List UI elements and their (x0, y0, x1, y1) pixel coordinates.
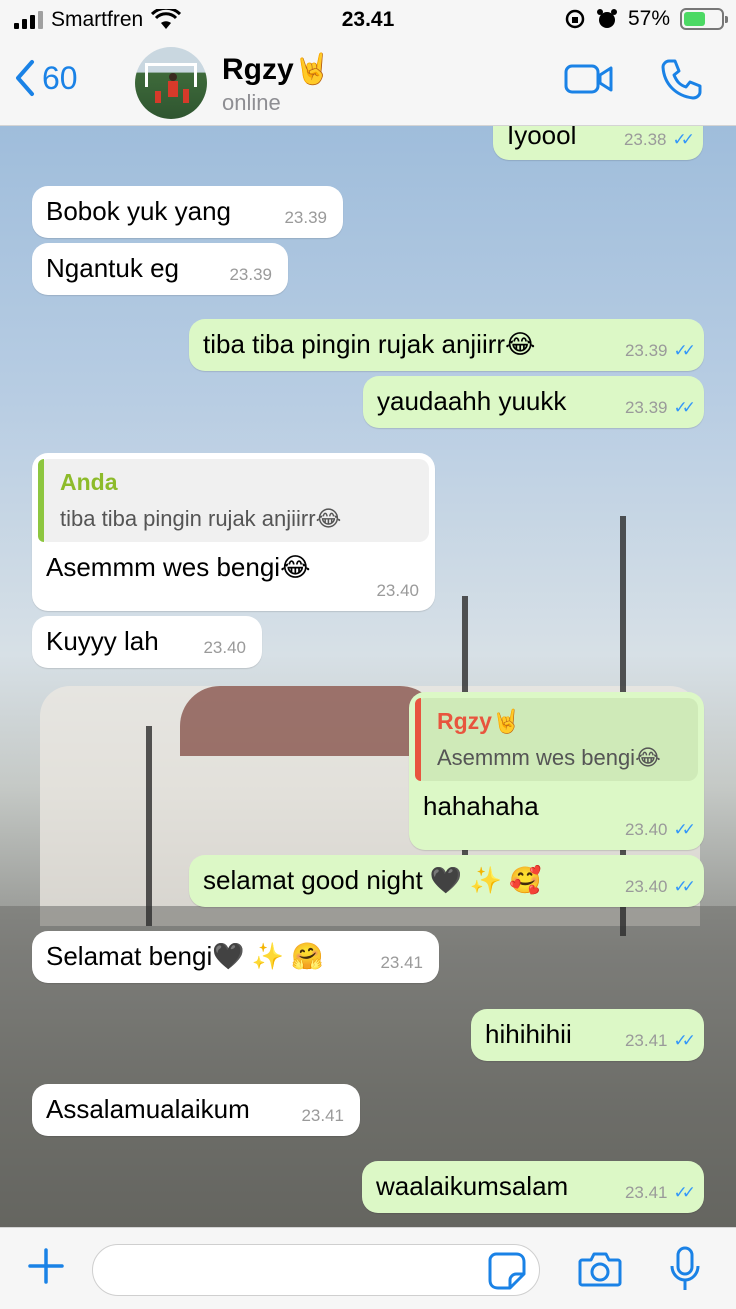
contact-name[interactable]: Rgzy🤘 (222, 52, 331, 87)
camera-icon[interactable] (578, 1250, 622, 1288)
message-time: 23.40 (203, 638, 246, 657)
sticker-icon[interactable] (488, 1252, 526, 1290)
message-text: Assalamualaikum (46, 1094, 250, 1124)
message-bubble-outgoing-reply[interactable]: Rgzy🤘 Asemmm wes bengi😂 hahahaha 23.40 ✓✓ (409, 692, 704, 850)
message-bubble-outgoing[interactable]: selamat good night 🖤 ✨ 🥰 23.40 ✓✓ (189, 855, 704, 907)
alarm-icon (596, 9, 617, 28)
quote-text: tiba tiba pingin rujak anjiirr😂 (60, 506, 342, 531)
quote-author: Rgzy🤘 (437, 708, 521, 734)
message-text: Bobok yuk yang (46, 196, 232, 226)
read-receipt-icon: ✓✓ (672, 130, 695, 149)
contact-status: online (222, 90, 281, 115)
read-receipt-icon: ✓✓ (673, 398, 696, 417)
battery-percent: 57% (627, 7, 670, 30)
message-time: 23.41 (624, 1183, 668, 1202)
message-composer (0, 1227, 736, 1309)
message-bubble-incoming-reply[interactable]: Anda tiba tiba pingin rujak anjiirr😂 Ase… (32, 453, 435, 611)
quote-author: Anda (60, 469, 118, 495)
message-text: Selamat bengi🖤 ✨ 🤗 (46, 941, 324, 971)
message-bubble-outgoing[interactable]: waalaikumsalam 23.41 ✓✓ (362, 1161, 704, 1213)
message-text: Asemmm wes bengi😂 (46, 552, 311, 582)
read-receipt-icon: ✓✓ (673, 820, 696, 839)
wallpaper-lamp (146, 726, 152, 926)
message-bubble-outgoing[interactable]: tiba tiba pingin rujak anjiirr😂 23.39 ✓✓ (189, 319, 704, 371)
message-bubble-incoming[interactable]: Assalamualaikum 23.41 (32, 1084, 360, 1136)
message-text: Kuyyy lah (46, 626, 159, 656)
message-text: Iyoool (507, 126, 577, 150)
message-time: 23.38 (623, 130, 667, 149)
message-text: Ngantuk eg (46, 253, 179, 283)
message-bubble-outgoing[interactable]: Iyoool 23.38 ✓✓ (493, 126, 703, 160)
back-button[interactable]: 60 (14, 58, 78, 98)
battery-fill (684, 12, 705, 26)
message-bubble-incoming[interactable]: Kuyyy lah 23.40 (32, 616, 262, 668)
message-time: 23.41 (380, 953, 423, 972)
status-bar: Smartfren 23.41 57% (0, 0, 736, 40)
message-text: selamat good night 🖤 ✨ 🥰 (203, 865, 542, 895)
message-bubble-incoming[interactable]: Ngantuk eg 23.39 (32, 243, 288, 295)
message-text: hihihihii (485, 1019, 572, 1049)
message-time: 23.40 (624, 820, 668, 839)
message-time: 23.40 (376, 581, 419, 600)
message-time: 23.40 (624, 877, 668, 896)
battery-icon (680, 8, 728, 30)
quoted-message[interactable]: Anda tiba tiba pingin rujak anjiirr😂 (38, 459, 429, 542)
message-bubble-incoming[interactable]: Selamat bengi🖤 ✨ 🤗 23.41 (32, 931, 439, 983)
wallpaper-roof (180, 686, 440, 756)
wifi-icon (151, 9, 182, 29)
message-input[interactable] (92, 1244, 540, 1296)
message-bubble-outgoing[interactable]: yaudaahh yuukk 23.39 ✓✓ (363, 376, 704, 428)
read-receipt-icon: ✓✓ (673, 341, 696, 360)
video-call-icon[interactable] (564, 63, 614, 95)
message-bubble-incoming[interactable]: Bobok yuk yang 23.39 (32, 186, 343, 238)
message-time: 23.41 (301, 1106, 344, 1125)
plus-icon (28, 1248, 64, 1284)
message-time: 23.39 (624, 398, 668, 417)
message-time: 23.39 (229, 265, 272, 284)
microphone-icon[interactable] (668, 1246, 702, 1292)
read-receipt-icon: ✓✓ (673, 1183, 696, 1202)
carrier-label: Smartfren (51, 8, 144, 31)
message-bubble-outgoing[interactable]: hihihihii 23.41 ✓✓ (471, 1009, 704, 1061)
message-text: yaudaahh yuukk (377, 386, 567, 416)
avatar-image (145, 63, 197, 103)
unread-count: 60 (42, 59, 78, 96)
message-time: 23.39 (624, 341, 668, 360)
chat-area[interactable]: Iyoool 23.38 ✓✓ Bobok yuk yang 23.39 Ngan… (0, 126, 736, 1227)
message-text: waalaikumsalam (376, 1171, 569, 1201)
attach-plus-button[interactable] (26, 1246, 66, 1290)
quote-text: Asemmm wes bengi😂 (437, 745, 661, 770)
message-time: 23.41 (624, 1031, 668, 1050)
orientation-lock-icon (565, 9, 585, 29)
read-receipt-icon: ✓✓ (673, 877, 696, 896)
message-text: tiba tiba pingin rujak anjiirr😂 (203, 329, 536, 359)
chevron-left-icon (16, 60, 34, 96)
read-receipt-icon: ✓✓ (673, 1031, 696, 1050)
signal-icon (14, 11, 43, 29)
message-text: hahahaha (423, 791, 539, 821)
chat-header: 60 Rgzy🤘 online (0, 40, 736, 126)
quoted-message[interactable]: Rgzy🤘 Asemmm wes bengi😂 (415, 698, 698, 781)
message-time: 23.39 (284, 208, 327, 227)
avatar[interactable] (135, 47, 207, 119)
phone-call-icon[interactable] (660, 58, 702, 100)
